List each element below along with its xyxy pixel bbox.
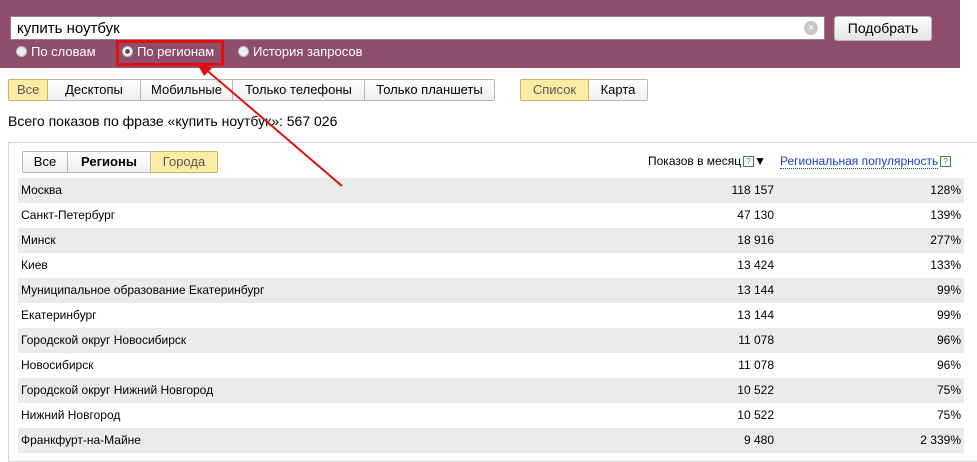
annotation-arrow-line <box>202 66 343 187</box>
annotation-arrow <box>196 62 343 187</box>
